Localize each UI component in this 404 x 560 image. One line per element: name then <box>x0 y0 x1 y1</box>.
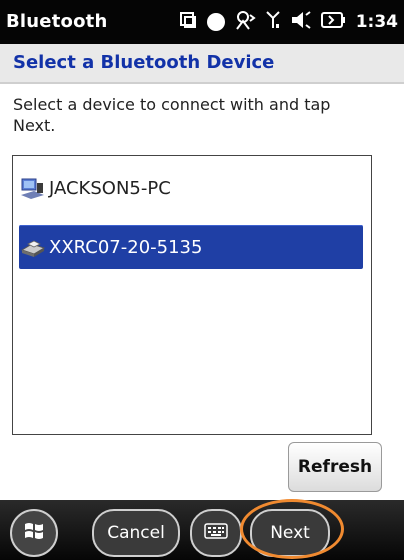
status-icons: 1:34 <box>178 8 398 36</box>
page-header: Select a Bluetooth Device <box>0 44 404 84</box>
instruction-text: Select a device to connect with and tap … <box>13 95 331 135</box>
printer-icon <box>19 235 47 259</box>
app-title: Bluetooth <box>6 11 108 32</box>
device-item-jackson5-pc[interactable]: JACKSON5-PC <box>19 166 363 210</box>
page-title: Select a Bluetooth Device <box>13 52 275 73</box>
clock-time: 1:34 <box>355 12 398 32</box>
next-highlight-ring <box>240 499 344 559</box>
computer-icon <box>19 176 47 200</box>
device-label: XXRC07-20-5135 <box>49 236 203 258</box>
cancel-button[interactable]: Cancel <box>92 509 180 557</box>
speaker-icon <box>290 10 312 35</box>
status-circle-icon <box>206 13 225 31</box>
keyboard-button[interactable] <box>190 509 242 557</box>
sync-icon <box>178 10 198 35</box>
keyboard-icon <box>204 522 228 544</box>
device-list[interactable]: JACKSON5-PC XXRC07-20-5135 <box>12 155 372 435</box>
start-button[interactable] <box>10 509 58 557</box>
battery-icon <box>320 11 347 34</box>
bluetooth-person-icon <box>234 9 256 36</box>
device-item-xxrc07-20-5135[interactable]: XXRC07-20-5135 <box>19 225 363 269</box>
status-bar: Bluetooth 1:34 <box>0 0 404 44</box>
windows-flag-icon <box>23 520 45 546</box>
device-label: JACKSON5-PC <box>49 177 171 199</box>
refresh-button[interactable]: Refresh <box>288 442 382 492</box>
signal-icon <box>265 10 281 35</box>
